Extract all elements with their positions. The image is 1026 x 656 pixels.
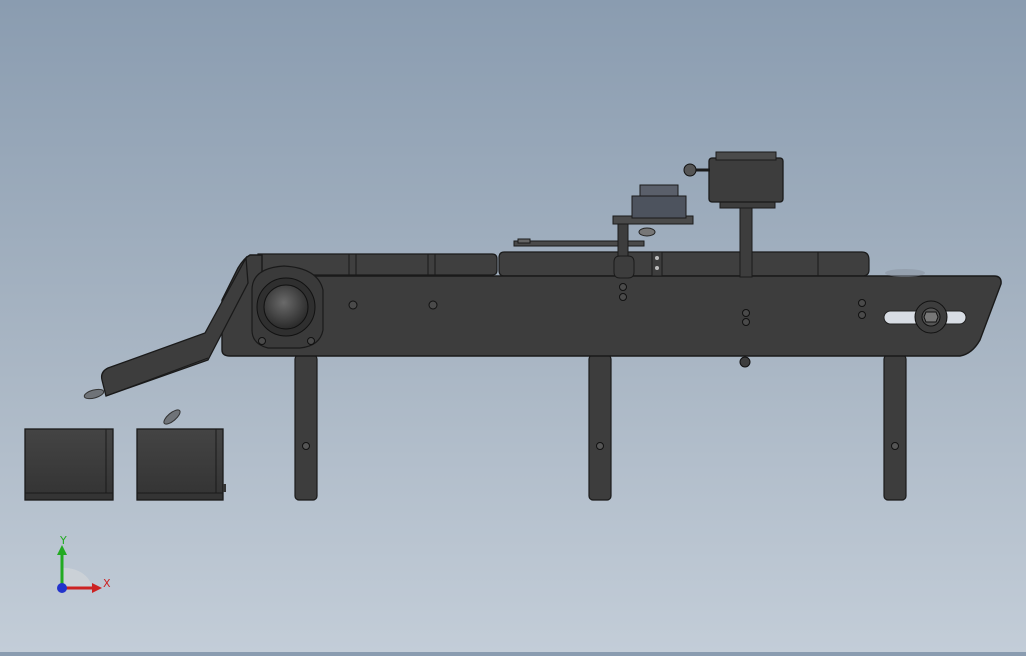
drive-roller[interactable] — [251, 265, 324, 349]
falling-part — [885, 269, 925, 277]
support-leg-left[interactable] — [294, 354, 318, 501]
collection-bin-left[interactable] — [24, 428, 114, 501]
reference-triad: Y X — [57, 534, 111, 593]
falling-part — [83, 388, 105, 400]
z-axis-arrow — [57, 583, 67, 593]
collection-bin-right[interactable] — [136, 428, 226, 501]
graphics-viewport[interactable]: Y X — [0, 0, 1026, 652]
y-axis-label: Y — [59, 534, 67, 547]
x-axis-label: X — [103, 577, 111, 590]
support-leg-right[interactable] — [883, 354, 907, 501]
falling-part — [163, 409, 181, 425]
conveyor-belt[interactable] — [257, 251, 870, 277]
cad-model-view[interactable]: Y X — [0, 0, 1026, 652]
support-leg-middle[interactable] — [588, 354, 612, 501]
